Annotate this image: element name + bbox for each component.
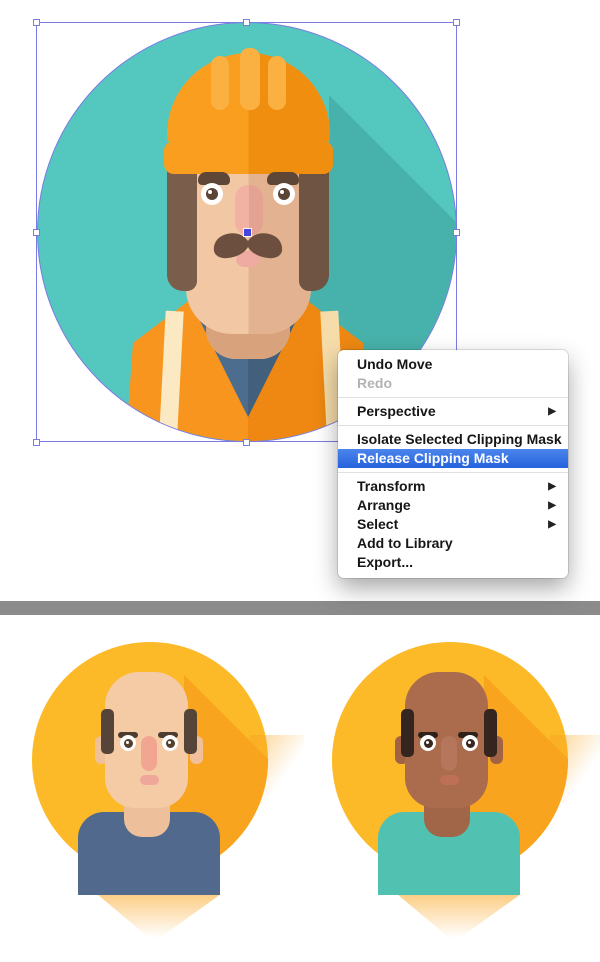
selection-handle-middle-right[interactable]	[453, 229, 460, 236]
menu-item-label: Perspective	[357, 402, 436, 421]
shadow-overflow-bottom	[97, 894, 221, 942]
eye-right-shape	[462, 735, 478, 751]
menu-item-label: Add to Library	[357, 534, 453, 553]
shadow-overflow-right	[250, 735, 304, 805]
menu-item-isolate-selected-clipping-mask[interactable]: Isolate Selected Clipping Mask	[338, 430, 568, 449]
menu-item-arrange[interactable]: Arrange ▶	[338, 496, 568, 515]
selection-handle-bottom-center[interactable]	[243, 439, 250, 446]
context-menu: Undo Move Redo Perspective ▶ Isolate Sel…	[338, 350, 568, 578]
menu-item-label: Select	[357, 515, 398, 534]
shadow-overflow-bottom	[397, 894, 521, 942]
selection-handle-top-right[interactable]	[453, 19, 460, 26]
hair-right-shape	[484, 709, 497, 757]
shadow-overflow-right	[550, 735, 600, 805]
selection-handle-top-left[interactable]	[33, 19, 40, 26]
menu-item-redo: Redo	[338, 374, 568, 393]
hair-left-shape	[401, 709, 414, 757]
submenu-arrow-icon: ▶	[548, 496, 556, 515]
menu-item-release-clipping-mask[interactable]: Release Clipping Mask	[338, 449, 568, 468]
menu-item-label: Undo Move	[357, 355, 432, 374]
submenu-arrow-icon: ▶	[548, 515, 556, 534]
menu-item-add-to-library[interactable]: Add to Library	[338, 534, 568, 553]
menu-item-select[interactable]: Select ▶	[338, 515, 568, 534]
eye-left-shape	[120, 735, 136, 751]
menu-item-label: Release Clipping Mask	[357, 449, 509, 468]
nose-shape	[141, 736, 157, 771]
menu-item-label: Arrange	[357, 496, 411, 515]
menu-item-undo-move[interactable]: Undo Move	[338, 355, 568, 374]
menu-item-label: Redo	[357, 374, 392, 393]
eye-right-shape	[162, 735, 178, 751]
menu-item-export[interactable]: Export...	[338, 553, 568, 572]
eye-left-shape	[420, 735, 436, 751]
menu-item-transform[interactable]: Transform ▶	[338, 477, 568, 496]
menu-item-label: Transform	[357, 477, 425, 496]
submenu-arrow-icon: ▶	[548, 477, 556, 496]
menu-separator	[338, 425, 568, 426]
submenu-arrow-icon: ▶	[548, 402, 556, 421]
menu-item-perspective[interactable]: Perspective ▶	[338, 402, 568, 421]
menu-item-label: Isolate Selected Clipping Mask	[357, 430, 562, 449]
section-divider	[0, 601, 600, 615]
menu-separator	[338, 397, 568, 398]
nose-shape	[441, 736, 457, 771]
selection-handle-middle-left[interactable]	[33, 229, 40, 236]
mouth-shape	[140, 775, 159, 785]
anchor-point[interactable]	[244, 229, 251, 236]
selection-handle-bottom-left[interactable]	[33, 439, 40, 446]
hair-right-shape	[184, 709, 197, 754]
illustrator-canvas: Undo Move Redo Perspective ▶ Isolate Sel…	[0, 0, 600, 962]
selection-handle-top-center[interactable]	[243, 19, 250, 26]
menu-item-label: Export...	[357, 553, 413, 572]
hair-left-shape	[101, 709, 114, 754]
menu-separator	[338, 472, 568, 473]
mouth-shape	[440, 775, 459, 785]
